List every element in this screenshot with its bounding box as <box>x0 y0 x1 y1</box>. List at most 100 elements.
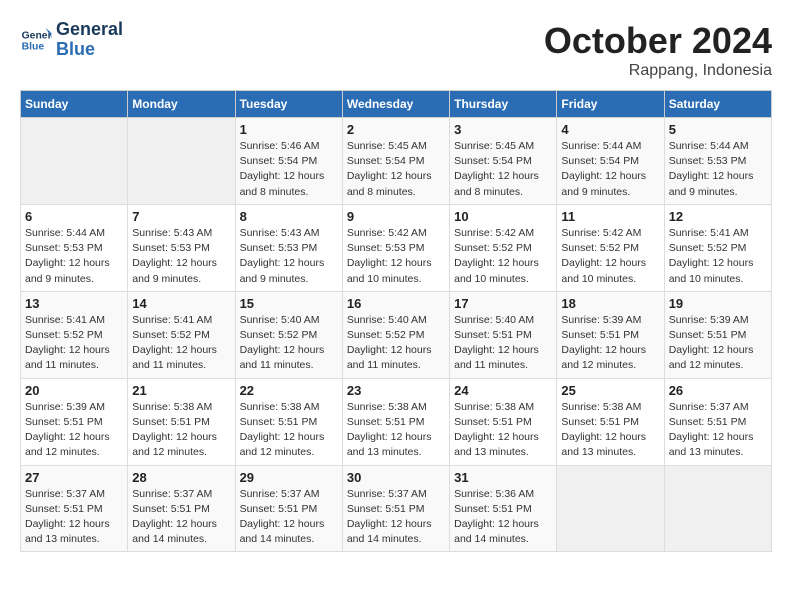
svg-text:Blue: Blue <box>22 41 45 52</box>
day-number: 25 <box>561 383 659 398</box>
week-row-3: 13 Sunrise: 5:41 AM Sunset: 5:52 PM Dayli… <box>21 291 772 378</box>
day-info: Sunrise: 5:44 AM Sunset: 5:54 PM Dayligh… <box>561 139 659 200</box>
day-cell: 24Sunrise: 5:38 AM Sunset: 5:51 PM Dayli… <box>450 378 557 465</box>
day-cell: 3Sunrise: 5:45 AM Sunset: 5:54 PM Daylig… <box>450 118 557 205</box>
day-cell: 31 Sunrise: 5:36 AM Sunset: 5:51 PM Dayli… <box>450 465 557 552</box>
day-info: Sunrise: 5:44 AM Sunset: 5:53 PM Dayligh… <box>25 226 123 287</box>
day-number: 20 <box>25 383 123 398</box>
day-cell: 25 Sunrise: 5:38 AM Sunset: 5:51 PM Dayli… <box>557 378 664 465</box>
day-cell: 21Sunrise: 5:38 AM Sunset: 5:51 PM Dayli… <box>128 378 235 465</box>
day-number: 27 <box>25 470 123 485</box>
day-number: 6 <box>25 209 123 224</box>
day-info: Sunrise: 5:41 AM Sunset: 5:52 PM Dayligh… <box>132 313 230 374</box>
day-info: Sunrise: 5:42 AM Sunset: 5:52 PM Dayligh… <box>454 226 552 287</box>
day-cell: 4 Sunrise: 5:44 AM Sunset: 5:54 PM Daylig… <box>557 118 664 205</box>
day-cell: 7 Sunrise: 5:43 AM Sunset: 5:53 PM Daylig… <box>128 204 235 291</box>
day-info: Sunrise: 5:37 AM Sunset: 5:51 PM Dayligh… <box>25 487 123 548</box>
week-row-5: 27 Sunrise: 5:37 AM Sunset: 5:51 PM Dayli… <box>21 465 772 552</box>
day-number: 12 <box>669 209 767 224</box>
day-info: Sunrise: 5:40 AM Sunset: 5:52 PM Dayligh… <box>347 313 445 374</box>
day-cell: 28Sunrise: 5:37 AM Sunset: 5:51 PM Dayli… <box>128 465 235 552</box>
day-cell: 6 Sunrise: 5:44 AM Sunset: 5:53 PM Daylig… <box>21 204 128 291</box>
day-cell: 5Sunrise: 5:44 AM Sunset: 5:53 PM Daylig… <box>664 118 771 205</box>
day-cell: 16 Sunrise: 5:40 AM Sunset: 5:52 PM Dayli… <box>342 291 449 378</box>
day-number: 2 <box>347 122 445 137</box>
day-info: Sunrise: 5:38 AM Sunset: 5:51 PM Dayligh… <box>240 400 338 461</box>
day-info: Sunrise: 5:37 AM Sunset: 5:51 PM Dayligh… <box>669 400 767 461</box>
day-number: 14 <box>132 296 230 311</box>
logo-general-text: General <box>56 20 123 40</box>
day-cell: 27 Sunrise: 5:37 AM Sunset: 5:51 PM Dayli… <box>21 465 128 552</box>
day-info: Sunrise: 5:39 AM Sunset: 5:51 PM Dayligh… <box>25 400 123 461</box>
header-sunday: Sunday <box>21 91 128 118</box>
day-cell: 22 Sunrise: 5:38 AM Sunset: 5:51 PM Dayli… <box>235 378 342 465</box>
day-info: Sunrise: 5:43 AM Sunset: 5:53 PM Dayligh… <box>240 226 338 287</box>
day-info: Sunrise: 5:40 AM Sunset: 5:51 PM Dayligh… <box>454 313 552 374</box>
day-number: 31 <box>454 470 552 485</box>
day-info: Sunrise: 5:37 AM Sunset: 5:51 PM Dayligh… <box>347 487 445 548</box>
header-wednesday: Wednesday <box>342 91 449 118</box>
day-cell: 12 Sunrise: 5:41 AM Sunset: 5:52 PM Dayli… <box>664 204 771 291</box>
day-info: Sunrise: 5:41 AM Sunset: 5:52 PM Dayligh… <box>669 226 767 287</box>
day-info: Sunrise: 5:45 AM Sunset: 5:54 PM Dayligh… <box>347 139 445 200</box>
day-cell: 8 Sunrise: 5:43 AM Sunset: 5:53 PM Daylig… <box>235 204 342 291</box>
day-cell: 1 Sunrise: 5:46 AM Sunset: 5:54 PM Daylig… <box>235 118 342 205</box>
day-number: 1 <box>240 122 338 137</box>
day-cell: 30 Sunrise: 5:37 AM Sunset: 5:51 PM Dayli… <box>342 465 449 552</box>
location: Rappang, Indonesia <box>544 62 772 80</box>
day-number: 4 <box>561 122 659 137</box>
title-block: October 2024 Rappang, Indonesia <box>544 20 772 80</box>
day-cell: 26Sunrise: 5:37 AM Sunset: 5:51 PM Dayli… <box>664 378 771 465</box>
day-number: 16 <box>347 296 445 311</box>
header-friday: Friday <box>557 91 664 118</box>
day-info: Sunrise: 5:42 AM Sunset: 5:53 PM Dayligh… <box>347 226 445 287</box>
day-number: 24 <box>454 383 552 398</box>
month-title: October 2024 <box>544 20 772 62</box>
day-number: 8 <box>240 209 338 224</box>
day-info: Sunrise: 5:45 AM Sunset: 5:54 PM Dayligh… <box>454 139 552 200</box>
svg-text:General: General <box>22 30 52 41</box>
day-info: Sunrise: 5:39 AM Sunset: 5:51 PM Dayligh… <box>561 313 659 374</box>
day-number: 19 <box>669 296 767 311</box>
day-number: 7 <box>132 209 230 224</box>
day-info: Sunrise: 5:37 AM Sunset: 5:51 PM Dayligh… <box>240 487 338 548</box>
day-number: 21 <box>132 383 230 398</box>
day-cell <box>557 465 664 552</box>
day-info: Sunrise: 5:39 AM Sunset: 5:51 PM Dayligh… <box>669 313 767 374</box>
day-number: 9 <box>347 209 445 224</box>
logo-blue-text: Blue <box>56 40 123 60</box>
day-number: 30 <box>347 470 445 485</box>
day-cell: 23Sunrise: 5:38 AM Sunset: 5:51 PM Dayli… <box>342 378 449 465</box>
day-number: 11 <box>561 209 659 224</box>
header-thursday: Thursday <box>450 91 557 118</box>
day-cell: 2 Sunrise: 5:45 AM Sunset: 5:54 PM Daylig… <box>342 118 449 205</box>
day-number: 10 <box>454 209 552 224</box>
day-info: Sunrise: 5:36 AM Sunset: 5:51 PM Dayligh… <box>454 487 552 548</box>
day-number: 22 <box>240 383 338 398</box>
day-number: 15 <box>240 296 338 311</box>
day-cell: 19 Sunrise: 5:39 AM Sunset: 5:51 PM Dayli… <box>664 291 771 378</box>
day-number: 18 <box>561 296 659 311</box>
day-cell <box>664 465 771 552</box>
day-info: Sunrise: 5:46 AM Sunset: 5:54 PM Dayligh… <box>240 139 338 200</box>
day-cell <box>128 118 235 205</box>
day-info: Sunrise: 5:41 AM Sunset: 5:52 PM Dayligh… <box>25 313 123 374</box>
day-number: 17 <box>454 296 552 311</box>
day-info: Sunrise: 5:43 AM Sunset: 5:53 PM Dayligh… <box>132 226 230 287</box>
calendar-header-row: SundayMondayTuesdayWednesdayThursdayFrid… <box>21 91 772 118</box>
day-info: Sunrise: 5:42 AM Sunset: 5:52 PM Dayligh… <box>561 226 659 287</box>
day-cell: 10 Sunrise: 5:42 AM Sunset: 5:52 PM Dayli… <box>450 204 557 291</box>
week-row-4: 20 Sunrise: 5:39 AM Sunset: 5:51 PM Dayli… <box>21 378 772 465</box>
day-cell: 13 Sunrise: 5:41 AM Sunset: 5:52 PM Dayli… <box>21 291 128 378</box>
week-row-1: 1 Sunrise: 5:46 AM Sunset: 5:54 PM Daylig… <box>21 118 772 205</box>
day-number: 13 <box>25 296 123 311</box>
calendar-table: SundayMondayTuesdayWednesdayThursdayFrid… <box>20 90 772 552</box>
page-header: General Blue General Blue October 2024 R… <box>20 20 772 80</box>
day-info: Sunrise: 5:38 AM Sunset: 5:51 PM Dayligh… <box>561 400 659 461</box>
day-cell: 11 Sunrise: 5:42 AM Sunset: 5:52 PM Dayli… <box>557 204 664 291</box>
header-saturday: Saturday <box>664 91 771 118</box>
header-tuesday: Tuesday <box>235 91 342 118</box>
day-cell: 29Sunrise: 5:37 AM Sunset: 5:51 PM Dayli… <box>235 465 342 552</box>
day-cell: 20 Sunrise: 5:39 AM Sunset: 5:51 PM Dayli… <box>21 378 128 465</box>
day-cell <box>21 118 128 205</box>
